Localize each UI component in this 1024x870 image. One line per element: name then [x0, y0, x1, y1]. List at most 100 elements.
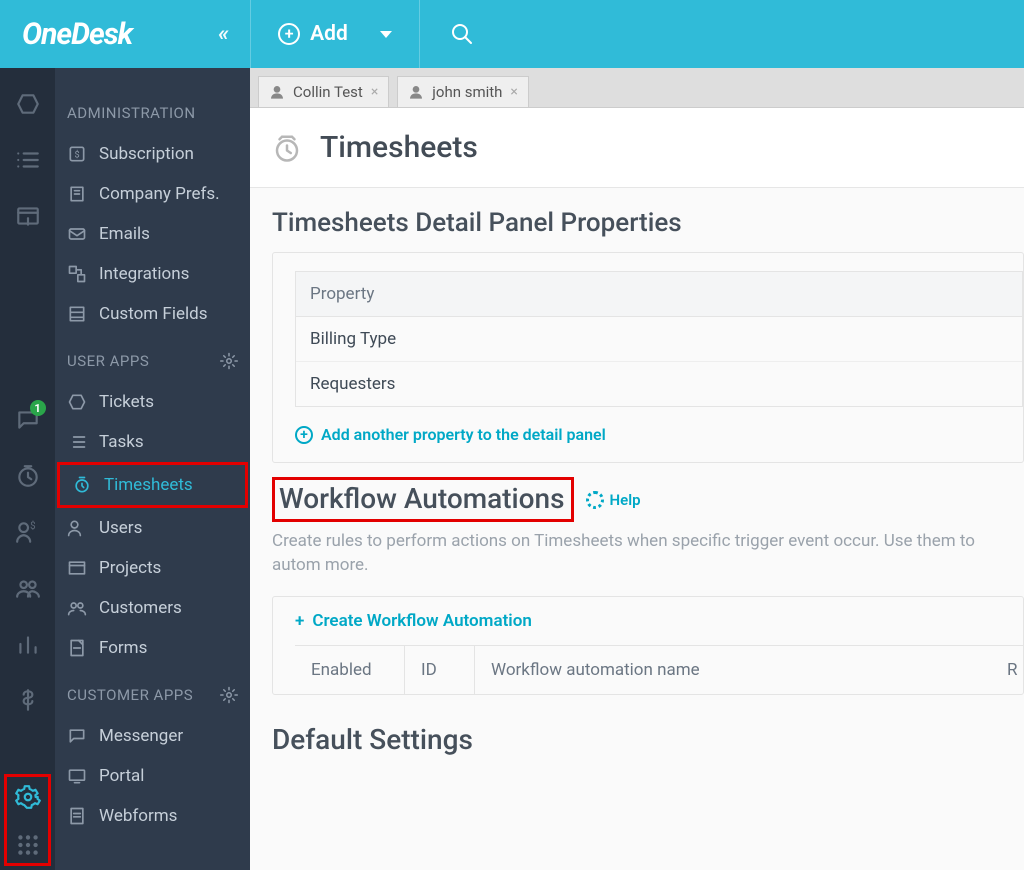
table-row[interactable]: Billing Type	[296, 317, 1022, 362]
rail-bottom-group	[4, 774, 51, 866]
add-button[interactable]: + Add	[250, 0, 420, 68]
sidebar-item-portal[interactable]: Portal	[55, 756, 250, 796]
sidebar-item-projects[interactable]: Projects	[55, 548, 250, 588]
svg-text:$: $	[75, 149, 80, 160]
sidebar-item-label: Forms	[99, 638, 147, 658]
sidebar-item-label: Company Prefs.	[99, 184, 220, 204]
sidebar-item-customers[interactable]: Customers	[55, 588, 250, 628]
sidebar-item-label: Portal	[99, 766, 144, 786]
section-header-user-apps: USER APPS	[55, 334, 250, 382]
properties-table: Property Billing Type Requesters	[295, 271, 1023, 407]
link-label: Create Workflow Automation	[312, 611, 531, 631]
rail-timesheets-icon[interactable]	[14, 462, 42, 490]
col-id: ID	[405, 646, 475, 694]
workflow-title: Workflow Automations	[272, 477, 574, 522]
workflow-panel: + Create Workflow Automation Enabled ID …	[272, 596, 1024, 695]
tab-collin-test[interactable]: Collin Test ×	[258, 76, 389, 107]
side-panel: ADMINISTRATION $ Subscription Company Pre…	[55, 68, 250, 870]
default-settings-section: Default Settings	[250, 695, 1024, 764]
sidebar-item-company-prefs[interactable]: Company Prefs.	[55, 174, 250, 214]
tab-label: john smith	[432, 83, 502, 101]
person-icon	[269, 84, 285, 100]
sidebar-item-emails[interactable]: Emails	[55, 214, 250, 254]
topbar: OneDesk « + Add	[0, 0, 1024, 68]
col-enabled: Enabled	[295, 646, 405, 694]
rail-projects-icon[interactable]	[14, 202, 42, 230]
rail-analytics-icon[interactable]	[14, 630, 42, 658]
person-icon	[408, 84, 424, 100]
sidebar-item-label: Timesheets	[104, 475, 193, 495]
sidebar-item-label: Emails	[99, 224, 150, 244]
timesheet-icon	[272, 133, 302, 163]
collapse-sidebar-icon[interactable]: «	[218, 22, 228, 47]
sidebar-item-label: Webforms	[99, 806, 177, 826]
link-label: Add another property to the detail panel	[321, 425, 606, 444]
sidebar-item-custom-fields[interactable]: Custom Fields	[55, 294, 250, 334]
sidebar-item-label: Subscription	[99, 144, 194, 164]
tab-john-smith[interactable]: john smith ×	[397, 76, 529, 107]
notification-badge: 1	[30, 400, 46, 416]
page-header: Timesheets	[250, 108, 1024, 188]
sidebar-item-label: Users	[99, 518, 142, 538]
section-title: Default Settings	[250, 695, 1024, 764]
icon-rail: 1 $	[0, 68, 55, 870]
rail-tasks-icon[interactable]	[14, 146, 42, 174]
plus-circle-icon: +	[295, 611, 304, 631]
loading-icon	[586, 491, 604, 509]
detail-panel-properties-section: Timesheets Detail Panel Properties Prope…	[250, 188, 1024, 477]
workflow-automations-header: Workflow Automations Help	[250, 477, 1024, 522]
chevron-down-icon	[380, 31, 392, 38]
help-label: Help	[610, 491, 641, 509]
sidebar-item-label: Tasks	[99, 432, 144, 452]
sidebar-item-label: Tickets	[99, 392, 154, 412]
help-link[interactable]: Help	[586, 491, 641, 509]
search-button[interactable]	[420, 0, 1024, 68]
rail-settings-icon[interactable]	[14, 783, 42, 811]
table-row[interactable]: Requesters	[296, 362, 1022, 406]
add-label: Add	[310, 22, 348, 46]
gear-icon[interactable]	[220, 686, 238, 704]
page-title: Timesheets	[320, 130, 478, 165]
sidebar-item-timesheets[interactable]: Timesheets	[57, 462, 248, 508]
sidebar-item-subscription[interactable]: $ Subscription	[55, 134, 250, 174]
plus-circle-icon: +	[278, 23, 300, 45]
rail-apps-icon[interactable]	[14, 831, 42, 859]
workflow-description: Create rules to perform actions on Times…	[250, 522, 1024, 596]
sidebar-item-users[interactable]: Users	[55, 508, 250, 548]
logo: OneDesk «	[0, 0, 250, 68]
sidebar-item-label: Messenger	[99, 726, 183, 746]
svg-text:$: $	[30, 521, 35, 532]
close-icon[interactable]: ×	[371, 84, 378, 100]
col-r: R	[991, 646, 1023, 694]
sidebar-item-messenger[interactable]: Messenger	[55, 716, 250, 756]
add-property-link[interactable]: + Add another property to the detail pan…	[295, 425, 1023, 444]
main-content: Collin Test × john smith × Timesheets Ti…	[250, 68, 1024, 870]
rail-messenger-icon[interactable]: 1	[14, 406, 42, 434]
sidebar-item-tasks[interactable]: Tasks	[55, 422, 250, 462]
brand-text: OneDesk	[22, 17, 132, 52]
sidebar-item-label: Integrations	[99, 264, 189, 284]
rail-customers-icon[interactable]	[14, 574, 42, 602]
rail-finance-icon[interactable]	[14, 686, 42, 714]
rail-tickets-icon[interactable]	[14, 90, 42, 118]
create-workflow-link[interactable]: + Create Workflow Automation	[295, 611, 1023, 631]
search-icon	[450, 22, 474, 46]
gear-icon[interactable]	[220, 352, 238, 370]
sidebar-item-label: Customers	[99, 598, 182, 618]
sidebar-item-tickets[interactable]: Tickets	[55, 382, 250, 422]
workflow-table-header: Enabled ID Workflow automation name R	[295, 645, 1023, 694]
sidebar-item-forms[interactable]: Forms	[55, 628, 250, 668]
section-title: Timesheets Detail Panel Properties	[272, 208, 1024, 238]
col-name: Workflow automation name	[475, 646, 991, 694]
sidebar-item-webforms[interactable]: Webforms	[55, 796, 250, 836]
plus-circle-icon: +	[295, 426, 313, 444]
tab-bar: Collin Test × john smith ×	[250, 68, 1024, 108]
close-icon[interactable]: ×	[510, 84, 517, 100]
sidebar-item-integrations[interactable]: Integrations	[55, 254, 250, 294]
rail-users-icon[interactable]: $	[14, 518, 42, 546]
sidebar-item-label: Projects	[99, 558, 161, 578]
tab-label: Collin Test	[293, 83, 363, 101]
section-header-customer-apps: CUSTOMER APPS	[55, 668, 250, 716]
table-header: Property	[296, 272, 1022, 317]
section-header-administration: ADMINISTRATION	[55, 86, 250, 134]
